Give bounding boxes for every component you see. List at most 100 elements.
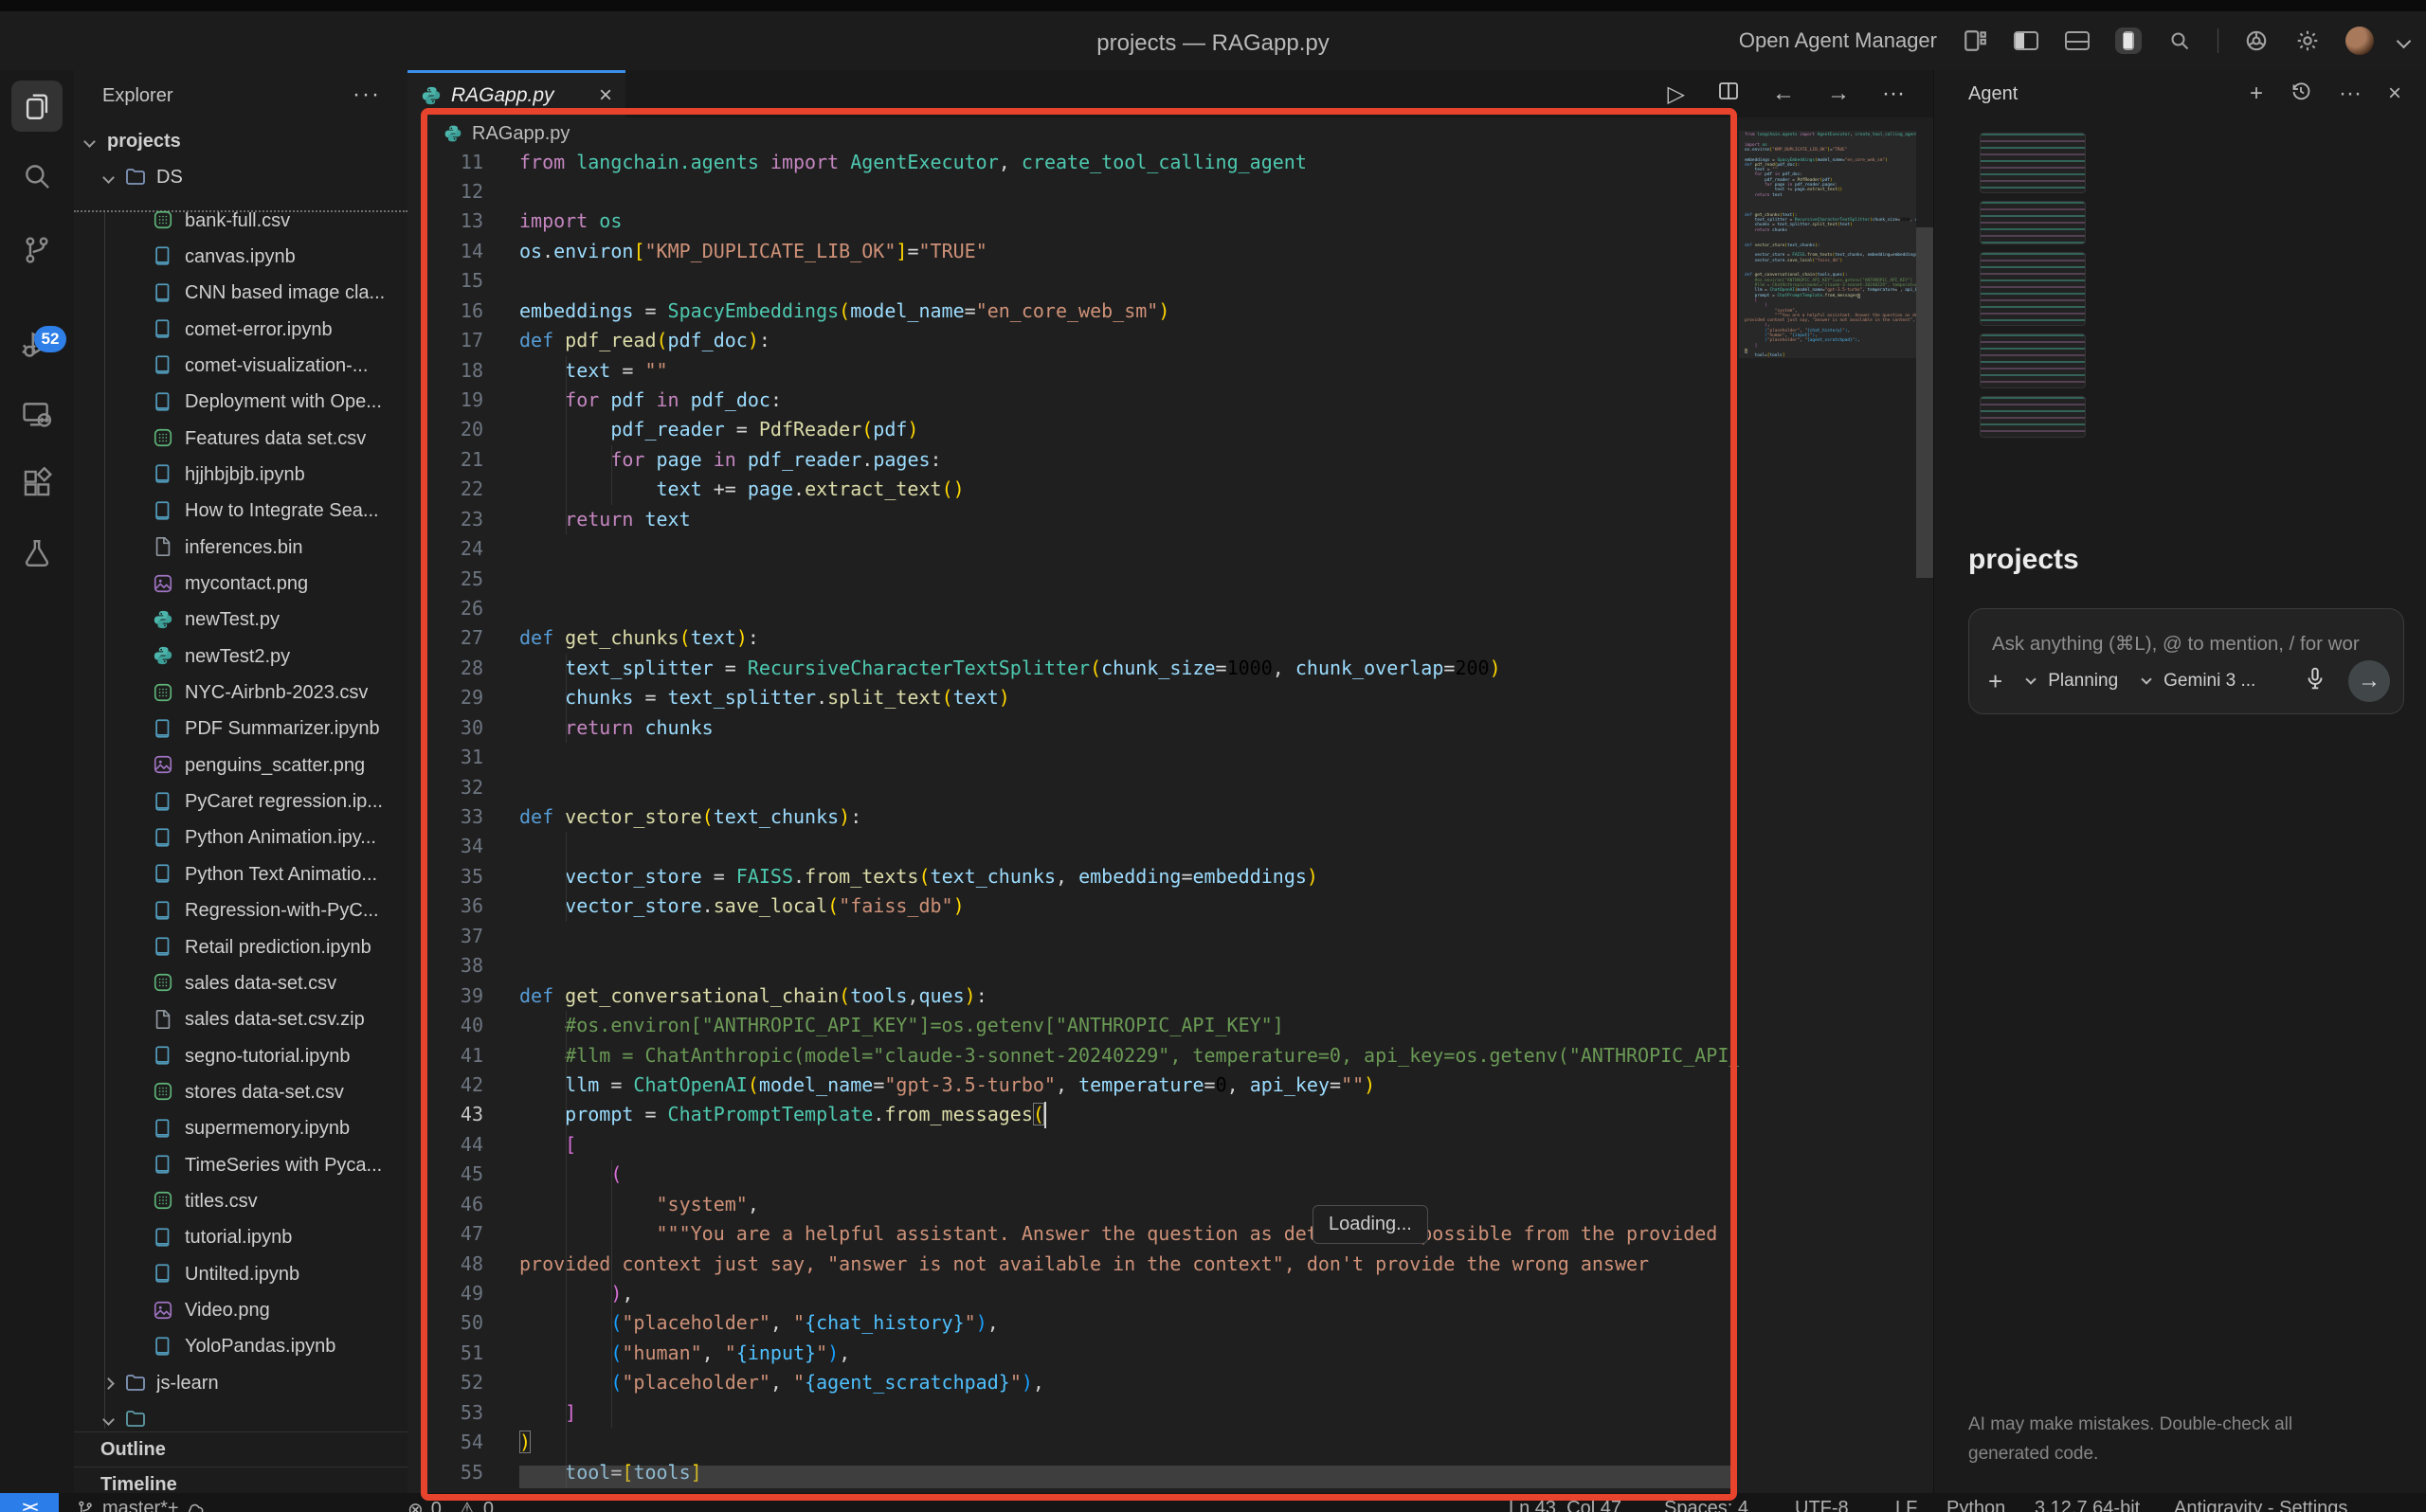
- sidebar-section-timeline[interactable]: Timeline: [74, 1467, 407, 1493]
- file-row[interactable]: newTest2.py: [74, 639, 407, 675]
- code-line[interactable]: 46 "system",: [407, 1190, 1739, 1220]
- code-line[interactable]: 11from langchain.agents import AgentExec…: [407, 148, 1739, 178]
- code-line[interactable]: 14os.environ["KMP_DUPLICATE_LIB_OK"]="TR…: [407, 237, 1739, 267]
- code-line[interactable]: 20 pdf_reader = PdfReader(pdf): [407, 415, 1739, 445]
- code-line[interactable]: 33def vector_store(text_chunks):: [407, 802, 1739, 833]
- chevron-down-icon[interactable]: [2397, 33, 2412, 48]
- file-row[interactable]: Untilted.ipynb: [74, 1256, 407, 1292]
- file-row[interactable]: YoloPandas.ipynb: [74, 1329, 407, 1365]
- code-line[interactable]: 25: [407, 565, 1739, 595]
- file-row[interactable]: canvas.ipynb: [74, 239, 407, 275]
- status-item[interactable]: Ln 43, Col 47: [1509, 1498, 1621, 1512]
- toggle-bottom-panel-icon[interactable]: [2064, 27, 2091, 54]
- code-line[interactable]: 28 text_splitter = RecursiveCharacterTex…: [407, 654, 1739, 684]
- screenshot-thumbnail[interactable]: [1980, 133, 2086, 193]
- sidebar-item-remote-explorer[interactable]: [11, 388, 63, 440]
- sidebar-item-testing[interactable]: [11, 528, 63, 579]
- code-line[interactable]: 41 #llm = ChatAnthropic(model="claude-3-…: [407, 1041, 1739, 1071]
- file-row[interactable]: mycontact.png: [74, 567, 407, 603]
- code-line[interactable]: 22 text += page.extract_text(): [407, 475, 1739, 505]
- code-editor[interactable]: 11from langchain.agents import AgentExec…: [407, 0, 1739, 1493]
- file-row[interactable]: inferences.bin: [74, 530, 407, 566]
- code-line[interactable]: 32: [407, 773, 1739, 803]
- screenshot-thumbnail[interactable]: [1980, 252, 2086, 326]
- history-icon[interactable]: [2290, 80, 2312, 109]
- settings-gear-icon[interactable]: [2294, 27, 2321, 54]
- vertical-scrollbar[interactable]: [1916, 227, 1933, 578]
- code-line[interactable]: 26: [407, 594, 1739, 624]
- sidebar-item-source-control[interactable]: [11, 225, 63, 276]
- code-line[interactable]: 19 for pdf in pdf_doc:: [407, 386, 1739, 416]
- code-line[interactable]: 51 ("human", "{input}"),: [407, 1339, 1739, 1369]
- sidebar-item-extensions[interactable]: [11, 458, 63, 509]
- browser-icon[interactable]: [2243, 27, 2270, 54]
- code-line[interactable]: 35 vector_store = FAISS.from_texts(text_…: [407, 862, 1739, 892]
- code-line[interactable]: 53 ]: [407, 1398, 1739, 1429]
- code-line[interactable]: 34: [407, 832, 1739, 862]
- code-line[interactable]: 13import os: [407, 207, 1739, 237]
- file-row[interactable]: Deployment with Ope...: [74, 385, 407, 421]
- file-row[interactable]: CNN based image cla...: [74, 276, 407, 312]
- file-row[interactable]: sales data-set.csv.zip: [74, 1002, 407, 1038]
- code-line[interactable]: 42 llm = ChatOpenAI(model_name="gpt-3.5-…: [407, 1071, 1739, 1101]
- screenshot-thumbnail[interactable]: [1980, 333, 2086, 388]
- file-row[interactable]: bank-full.csv: [74, 203, 407, 239]
- code-line[interactable]: 21 for page in pdf_reader.pages:: [407, 445, 1739, 476]
- code-line[interactable]: 37: [407, 922, 1739, 952]
- code-line[interactable]: 49 ),: [407, 1279, 1739, 1309]
- close-icon[interactable]: ×: [2388, 81, 2401, 107]
- file-row[interactable]: Python Text Animatio...: [74, 856, 407, 892]
- status-item[interactable]: UTF-8: [1795, 1498, 1849, 1512]
- file-row[interactable]: titles.csv: [74, 1183, 407, 1219]
- remote-indicator[interactable]: ><: [0, 1493, 59, 1512]
- code-line[interactable]: 16embeddings = SpacyEmbeddings(model_nam…: [407, 297, 1739, 327]
- code-line[interactable]: 38: [407, 951, 1739, 981]
- sidebar-item-search[interactable]: [11, 151, 63, 202]
- code-line[interactable]: 18 text = "": [407, 356, 1739, 387]
- file-row[interactable]: PDF Summarizer.ipynb: [74, 711, 407, 747]
- status-item[interactable]: Python: [1946, 1498, 2005, 1512]
- file-row[interactable]: How to Integrate Sea...: [74, 494, 407, 530]
- new-chat-icon[interactable]: +: [2250, 81, 2263, 107]
- code-line[interactable]: 17def pdf_read(pdf_doc):: [407, 326, 1739, 356]
- breadcrumb[interactable]: RAGapp.py: [407, 117, 1739, 150]
- mode-selector[interactable]: Planning: [2048, 671, 2118, 692]
- file-row[interactable]: newTest.py: [74, 603, 407, 639]
- file-row[interactable]: comet-error.ipynb: [74, 312, 407, 348]
- code-line[interactable]: 40 #os.environ["ANTHROPIC_API_KEY"]=os.g…: [407, 1011, 1739, 1041]
- file-row[interactable]: Regression-with-PyC...: [74, 893, 407, 929]
- code-line[interactable]: 27def get_chunks(text):: [407, 623, 1739, 654]
- avatar[interactable]: [2345, 27, 2374, 55]
- code-line[interactable]: 15: [407, 266, 1739, 297]
- code-line[interactable]: 43 prompt = ChatPromptTemplate.from_mess…: [407, 1100, 1739, 1130]
- file-row[interactable]: supermemory.ipynb: [74, 1111, 407, 1147]
- screenshot-thumbnail[interactable]: [1980, 201, 2086, 244]
- file-row[interactable]: PyCaret regression.ip...: [74, 784, 407, 820]
- agent-input-box[interactable]: Ask anything (⌘L), @ to mention, / for w…: [1968, 608, 2404, 714]
- model-selector[interactable]: Gemini 3 ...: [2163, 671, 2255, 692]
- file-row[interactable]: Video.png: [74, 1293, 407, 1329]
- code-line[interactable]: 39def get_conversational_chain(tools,que…: [407, 981, 1739, 1012]
- attach-icon[interactable]: +: [1988, 667, 2002, 696]
- file-row[interactable]: hjjhbjbjb.ipynb: [74, 457, 407, 493]
- file-row[interactable]: NYC-Airbnb-2023.csv: [74, 675, 407, 711]
- code-line[interactable]: 47 """You are a helpful assistant. Answe…: [407, 1219, 1739, 1250]
- more-actions-icon[interactable]: ···: [2339, 81, 2362, 107]
- screenshot-thumbnail[interactable]: [1980, 396, 2086, 438]
- status-item[interactable]: Antigravity - Settings: [2174, 1498, 2347, 1512]
- code-line[interactable]: 24: [407, 534, 1739, 565]
- file-row[interactable]: TimeSeries with Pyca...: [74, 1147, 407, 1183]
- file-row[interactable]: stores data-set.csv: [74, 1074, 407, 1110]
- code-line[interactable]: 23 return text: [407, 505, 1739, 535]
- file-row[interactable]: Retail prediction.ipynb: [74, 929, 407, 965]
- code-line[interactable]: 50 ("placeholder", "{chat_history}"),: [407, 1308, 1739, 1339]
- sidebar-item-explorer[interactable]: [11, 81, 63, 132]
- status-item[interactable]: Spaces: 4: [1664, 1498, 1748, 1512]
- explorer-more-icon[interactable]: ···: [353, 81, 381, 108]
- tree-folder-ds[interactable]: DS: [74, 159, 407, 195]
- status-item[interactable]: 3.12.7 64-bit: [2035, 1498, 2140, 1512]
- problems-item[interactable]: ⊗0 ⚠0: [407, 1498, 494, 1512]
- file-row[interactable]: Python Animation.ipy...: [74, 820, 407, 856]
- file-row[interactable]: comet-visualization-...: [74, 348, 407, 384]
- code-line[interactable]: 29 chunks = text_splitter.split_text(tex…: [407, 683, 1739, 713]
